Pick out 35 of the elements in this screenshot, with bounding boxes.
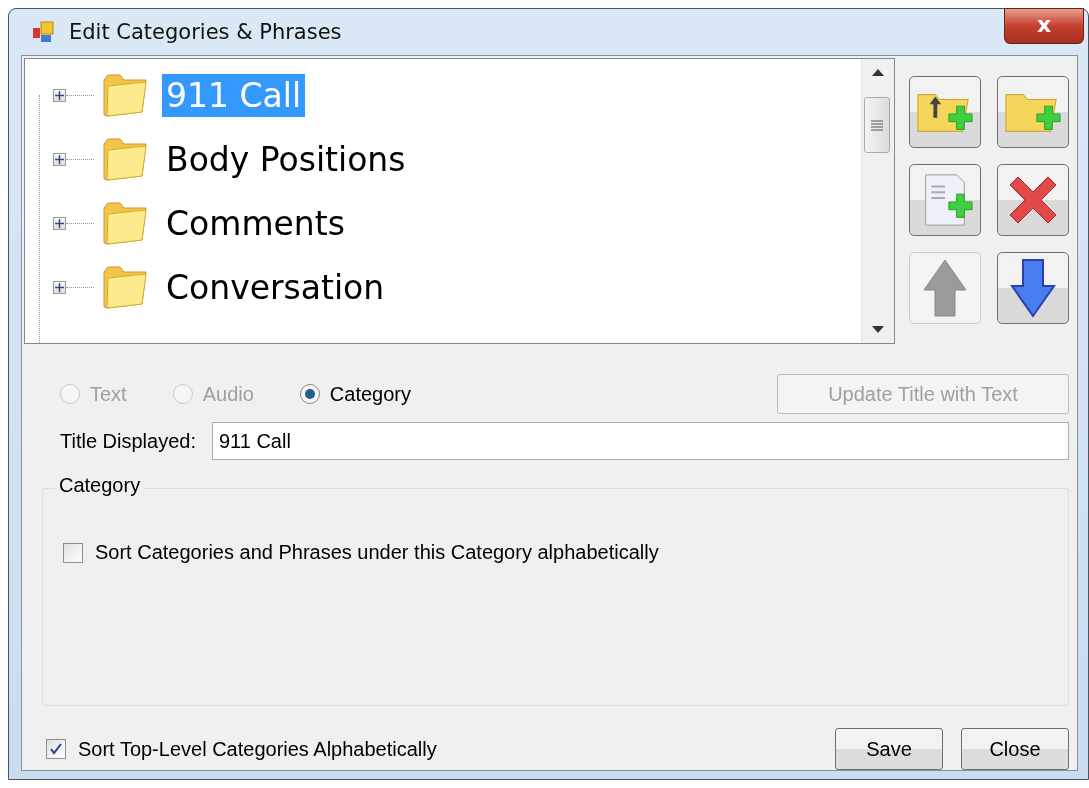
tree-item[interactable]: Conversation: [162, 265, 389, 309]
tree-item[interactable]: Comments: [162, 201, 349, 245]
expand-icon[interactable]: [53, 88, 66, 102]
checkbox-option[interactable]: Sort Categories and Phrases under this Category alphabetically: [63, 541, 1068, 564]
checkbox[interactable]: [46, 739, 66, 759]
dialog-button[interactable]: Close: [961, 728, 1069, 770]
scroll-down-icon[interactable]: [872, 326, 884, 333]
folder-icon: [100, 264, 150, 310]
scroll-up-icon[interactable]: [872, 69, 884, 76]
folder-icon: [100, 200, 150, 246]
folder-icon: [100, 136, 150, 182]
checkbox[interactable]: [63, 542, 83, 563]
scrollbar[interactable]: [861, 59, 894, 343]
expand-icon[interactable]: [53, 216, 66, 230]
window-close-button[interactable]: x: [1004, 8, 1084, 44]
toolbar-button[interactable]: [909, 76, 981, 148]
expand-icon[interactable]: [53, 280, 66, 294]
tree-item[interactable]: Body Positions: [162, 137, 410, 181]
app-icon: [31, 20, 55, 44]
radio-option[interactable]: Category: [299, 382, 411, 406]
up-arrow-icon: [922, 258, 968, 318]
radio-button-icon[interactable]: [299, 384, 320, 404]
expand-icon[interactable]: [53, 152, 66, 166]
dialog-button[interactable]: Save: [835, 728, 943, 770]
toolbar-button[interactable]: [997, 164, 1069, 236]
title-input-field[interactable]: 911 Call: [212, 422, 1069, 460]
checkbox-option[interactable]: Sort Top-Level Categories Alphabetically: [46, 737, 437, 761]
toolbar-button[interactable]: [909, 164, 981, 236]
window-title: Edit Categories & Phrases: [69, 20, 342, 44]
scroll-thumb[interactable]: [864, 97, 890, 153]
folder-icon: [100, 72, 150, 118]
toolbar-button[interactable]: [997, 76, 1069, 148]
field-label: Title Displayed:: [60, 429, 196, 453]
toolbar-button[interactable]: [997, 252, 1069, 324]
down-arrow-icon: [1010, 258, 1056, 318]
